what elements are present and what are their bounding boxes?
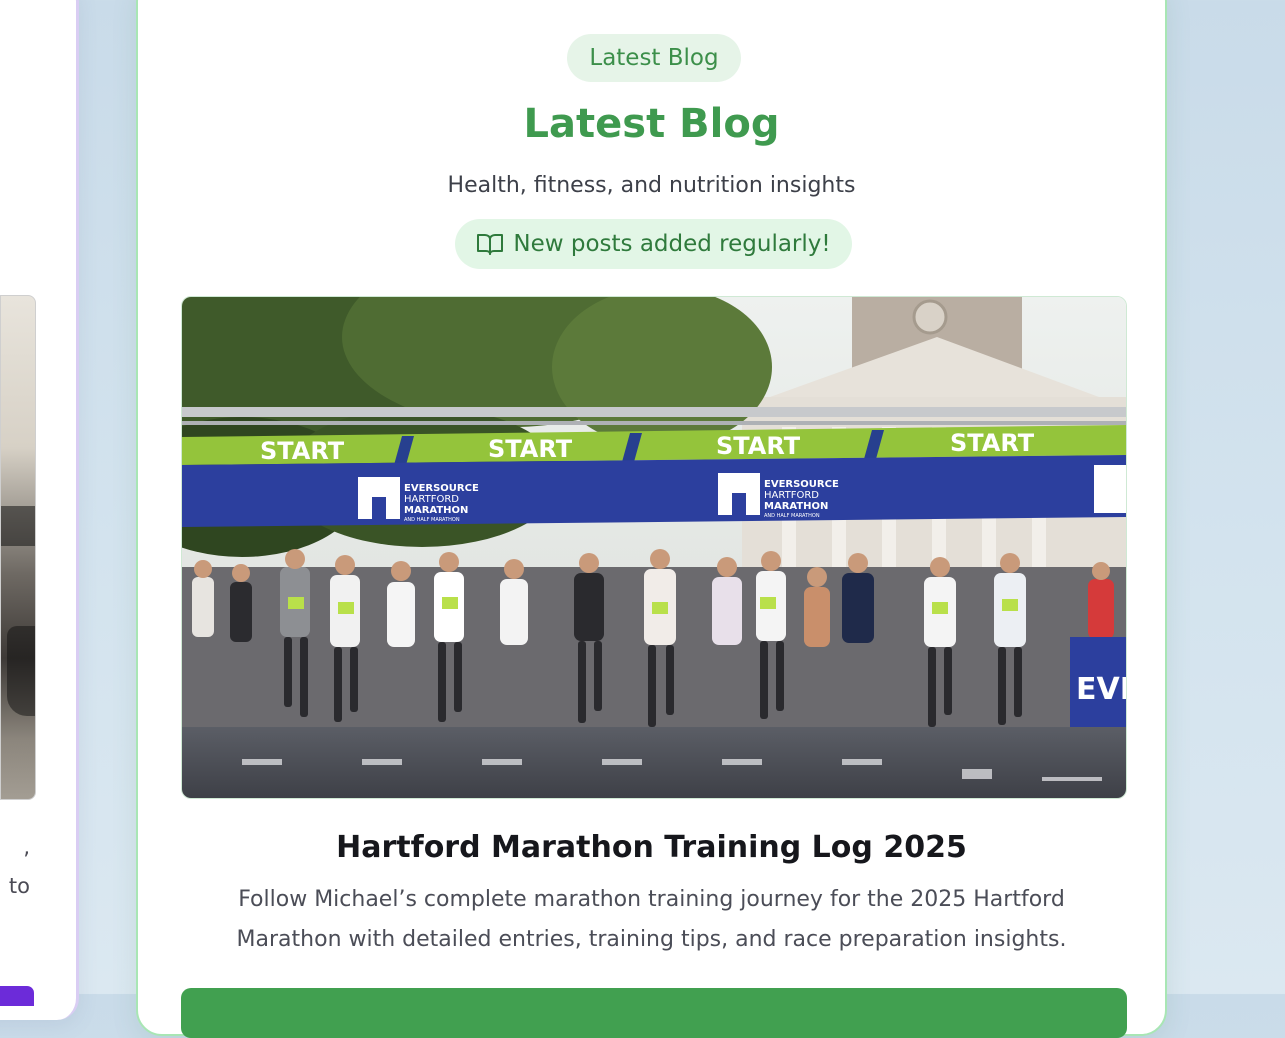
sponsor-logo-2-line-1: EVERSOURCE — [764, 479, 839, 490]
featured-post-image[interactable]: START START START START EVERSOURCE HARTF… — [181, 296, 1127, 799]
new-posts-notice: New posts added regularly! — [455, 219, 852, 269]
sponsor-logo-1-line-2: HARTFORD — [404, 494, 459, 505]
previous-card-button[interactable] — [0, 986, 34, 1006]
previous-card-text-fragment: , to — [8, 835, 30, 898]
latest-blog-card: Latest Blog Latest Blog Health, fitness,… — [136, 0, 1167, 1038]
sponsor-logo-2-line-3: MARATHON — [764, 501, 828, 512]
banner-start-1: START — [260, 437, 345, 465]
section-eyebrow-badge: Latest Blog — [567, 34, 741, 82]
banner-start-2: START — [488, 435, 573, 463]
sponsor-logo-2-line-4: AND HALF MARATHON — [764, 513, 820, 519]
featured-post-description: Follow Michael’s complete marathon train… — [236, 887, 1067, 952]
previous-card-image[interactable] — [0, 295, 36, 800]
sponsor-logo-1-line-3: MARATHON — [404, 505, 468, 516]
sponsor-logo-2-line-2: HARTFORD — [764, 490, 819, 501]
sponsor-logo-1-line-4: AND HALF MARATHON — [404, 517, 460, 523]
featured-post-title[interactable]: Hartford Marathon Training Log 2025 — [138, 826, 1165, 870]
section-title: Latest Blog — [523, 101, 780, 147]
section-subtitle: Health, fitness, and nutrition insights — [447, 173, 856, 198]
sponsor-logo-1-line-1: EVERSOURCE — [404, 483, 479, 494]
new-posts-notice-text: New posts added regularly! — [513, 231, 831, 257]
open-book-icon — [476, 232, 504, 256]
banner-start-3: START — [716, 432, 801, 460]
banner-start-4: START — [950, 429, 1035, 457]
read-post-button[interactable] — [181, 988, 1127, 1038]
right-sign-text: EVE — [1076, 672, 1126, 707]
